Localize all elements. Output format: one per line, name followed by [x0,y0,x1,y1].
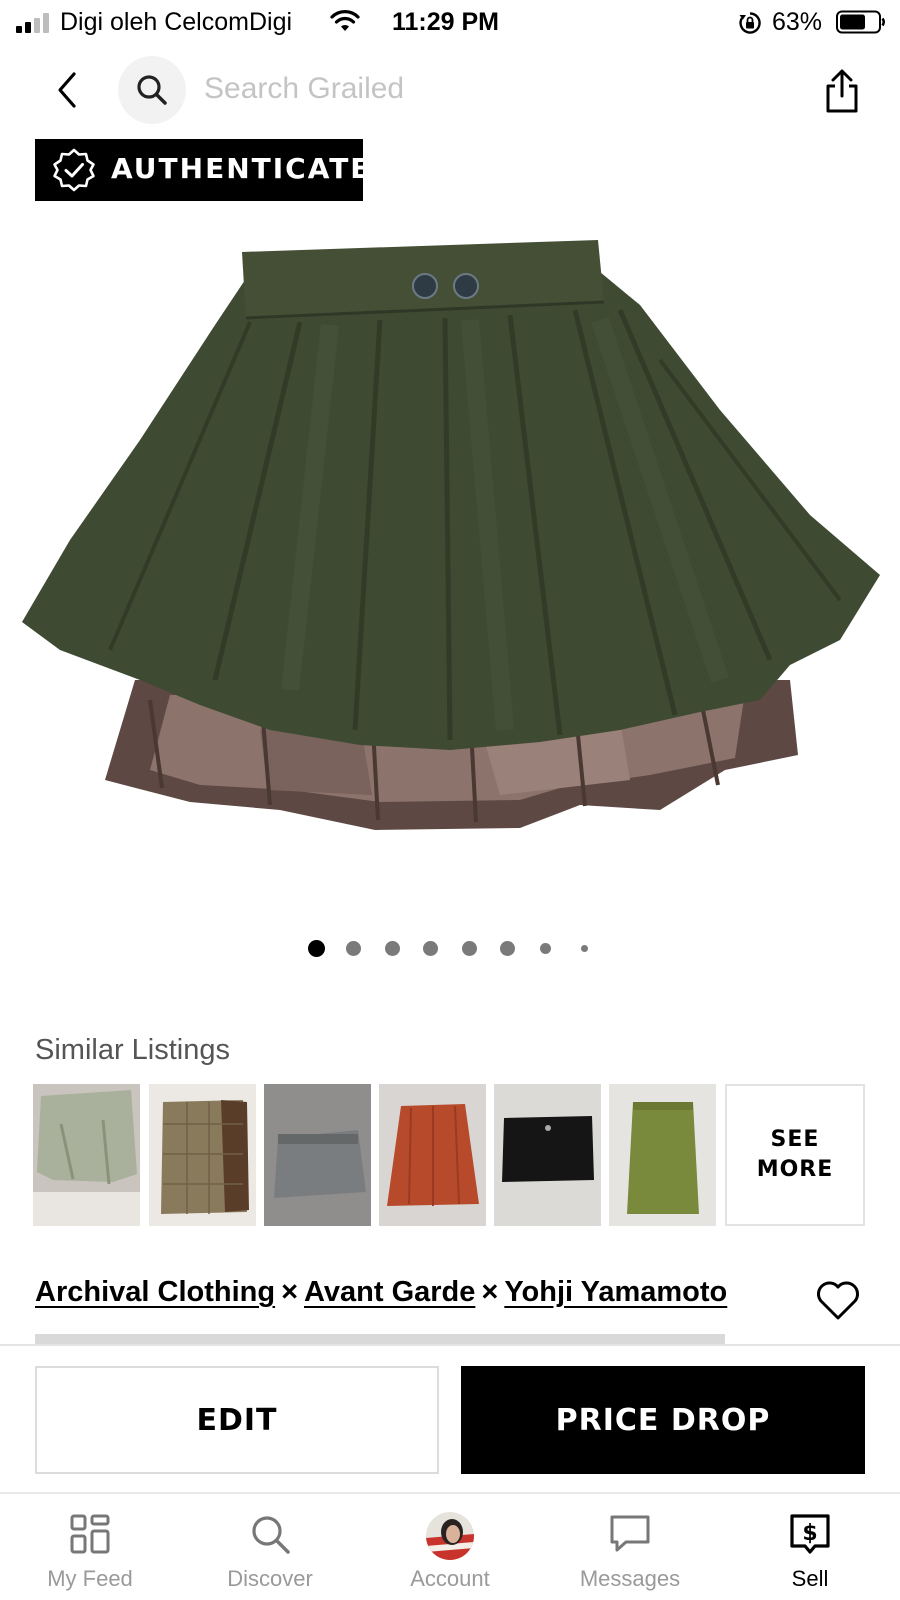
tab-messages[interactable]: Messages [540,1494,720,1600]
search-icon [137,75,167,105]
carousel-dot[interactable] [581,945,588,952]
tab-label: Account [410,1566,490,1591]
tab-label: Sell [791,1566,829,1591]
brand-link[interactable]: Yohji Yamamoto [504,1276,727,1308]
carousel-dot[interactable] [308,940,325,957]
battery-percentage: 63% [772,8,823,36]
brand-link[interactable]: Avant Garde [304,1276,475,1308]
cellular-signal-icon [16,13,49,33]
back-icon[interactable] [50,68,86,112]
price-drop-button[interactable]: PRICE DROP [461,1366,865,1474]
tab-my-feed[interactable]: My Feed [0,1494,180,1600]
svg-text:$: $ [802,1521,817,1546]
carousel-dot[interactable] [462,941,477,956]
rotation-lock-icon [739,12,761,34]
tab-discover[interactable]: Discover [180,1494,360,1600]
similar-listing-thumbnail[interactable] [149,1084,256,1226]
status-bar: Digi oleh CelcomDigi 11:29 PM 63% [0,0,900,46]
bottom-tab-bar: My Feed Discover Account Messages $ Sell [0,1492,900,1600]
similar-listings-title: Similar Listings [35,1034,230,1066]
action-bar: EDIT PRICE DROP [0,1344,900,1492]
brand-separator: × [281,1276,299,1308]
similar-listing-thumbnail[interactable] [379,1084,486,1226]
avatar [426,1512,474,1560]
authenticated-label: AUTHENTICATED [111,152,397,185]
favorite-heart-icon[interactable] [814,1278,862,1322]
tab-account[interactable]: Account [360,1494,540,1600]
verified-check-icon [53,148,95,192]
carousel-indicator[interactable] [0,938,900,958]
similar-listing-thumbnail[interactable] [609,1084,716,1226]
battery-icon [836,10,885,34]
listing-title-clipped [35,1330,835,1344]
search-button[interactable] [118,56,186,124]
wifi-icon [330,10,360,31]
carousel-dot[interactable] [500,941,515,956]
carousel-dot[interactable] [346,941,361,956]
brand-link[interactable]: Archival Clothing [35,1276,275,1308]
tab-sell[interactable]: $ Sell [720,1494,900,1600]
carousel-dot[interactable] [540,943,551,954]
tab-label: Messages [579,1566,681,1591]
brand-separator: × [481,1276,499,1308]
product-image[interactable] [0,210,900,910]
similar-listing-thumbnail[interactable] [494,1084,601,1226]
search-input[interactable]: Search Grailed [204,72,404,106]
feed-grid-icon [70,1514,110,1554]
carousel-dot[interactable] [423,941,438,956]
share-icon[interactable] [822,68,862,114]
similar-listing-thumbnail[interactable] [264,1084,371,1226]
clock: 11:29 PM [392,8,500,36]
see-more-button[interactable]: SEE MORE [725,1084,865,1226]
tab-label: My Feed [47,1566,133,1591]
dollar-tag-icon: $ [790,1514,830,1554]
brand-list: Archival Clothing × Avant Garde × Yohji Yama… [35,1276,727,1309]
tab-label: Discover [227,1566,313,1591]
see-more-label: SEE MORE [756,1127,834,1182]
search-icon [252,1516,290,1554]
carrier-name: Digi oleh CelcomDigi [60,8,293,36]
carousel-dot[interactable] [385,941,400,956]
message-bubble-icon [610,1515,650,1552]
edit-button[interactable]: EDIT [35,1366,439,1474]
similar-listing-thumbnail[interactable] [33,1084,140,1226]
authenticated-badge: AUTHENTICATED [35,139,395,201]
